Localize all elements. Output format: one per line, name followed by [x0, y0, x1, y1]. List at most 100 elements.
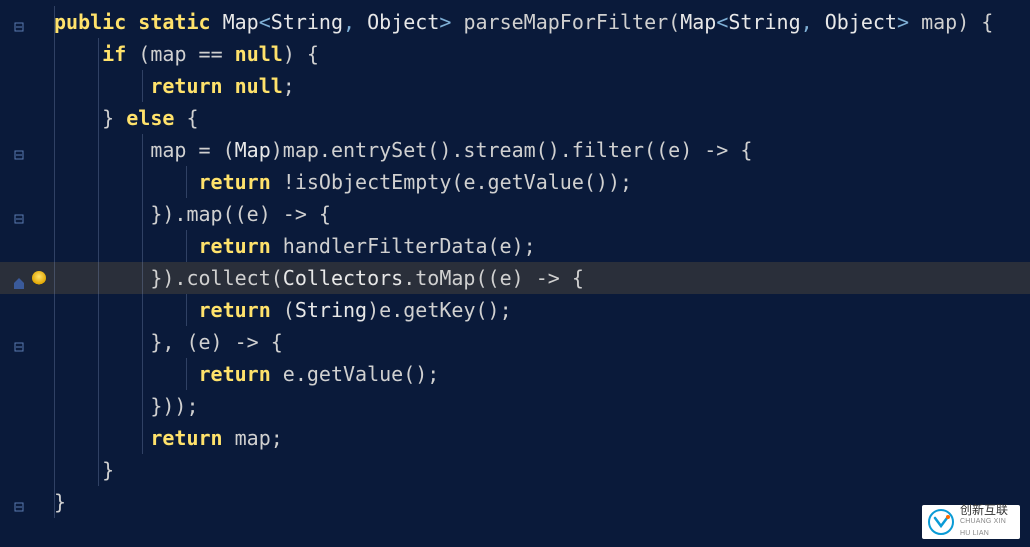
token-pn: ) { [957, 10, 993, 34]
logo-text: 创新互联 CHUANG XIN HU LIAN [960, 504, 1014, 540]
fold-toggle-icon[interactable] [0, 134, 48, 166]
fold-toggle-icon[interactable] [0, 326, 48, 358]
token-kw: null [235, 74, 283, 98]
token-pn: ) [271, 138, 283, 162]
code-line[interactable]: } [48, 454, 1030, 486]
indent-guide [98, 70, 99, 102]
indent-guide [54, 358, 55, 390]
token-pn: ) -> { [259, 202, 331, 226]
token-pn: (). [427, 138, 463, 162]
token-pn: . [319, 138, 331, 162]
indent-guide [98, 134, 99, 166]
token-pn: }, ( [150, 330, 198, 354]
token-pn: . [295, 362, 307, 386]
token-pn: (( [223, 202, 247, 226]
token-pn [211, 10, 223, 34]
indent-guide [54, 422, 55, 454]
token-id: map [235, 426, 271, 450]
token-gen: , [343, 10, 367, 34]
indent-guide [54, 102, 55, 134]
indent-guide [98, 166, 99, 198]
indent-guide [142, 230, 143, 262]
code-line[interactable]: return handlerFilterData(e); [48, 230, 1030, 262]
code-line[interactable]: return e.getValue(); [48, 358, 1030, 390]
indent-guide [142, 198, 143, 230]
token-pn: = ( [186, 138, 234, 162]
fold-toggle-icon[interactable] [0, 198, 48, 230]
token-pn: ) -> { [512, 266, 584, 290]
token-kw: return [150, 74, 222, 98]
indent-guide [98, 294, 99, 326]
token-fn: getKey [403, 298, 475, 322]
token-pn: ) -> { [680, 138, 752, 162]
token-kw: return [150, 426, 222, 450]
fold-toggle-icon[interactable] [0, 6, 48, 38]
token-pn: (( [644, 138, 668, 162]
code-line[interactable]: }).map((e) -> { [48, 198, 1030, 230]
code-line[interactable]: map = (Map)map.entrySet().stream().filte… [48, 134, 1030, 166]
indent-guide [98, 102, 99, 134]
token-id: e [283, 362, 295, 386]
token-kw: public [54, 10, 126, 34]
token-pn: (( [475, 266, 499, 290]
token-typ: String [295, 298, 367, 322]
token-pn [223, 426, 235, 450]
indent-guide [142, 422, 143, 454]
code-line[interactable]: })); [48, 390, 1030, 422]
indent-guide [54, 486, 55, 518]
code-line[interactable]: public static Map<String, Object> parseM… [48, 6, 1030, 38]
code-line[interactable]: if (map == null) { [48, 38, 1030, 70]
token-pn: ) { [283, 42, 319, 66]
code-line[interactable]: } [48, 486, 1030, 518]
code-editor[interactable]: public static Map<String, Object> parseM… [48, 6, 1030, 547]
code-line[interactable]: return (String)e.getKey(); [48, 294, 1030, 326]
indent-guide [54, 38, 55, 70]
token-pn: ( [271, 266, 283, 290]
token-id: e [500, 234, 512, 258]
token-pn: } [102, 106, 126, 130]
token-typ: String [728, 10, 800, 34]
logo-brand-cn: 创新互联 [960, 504, 1014, 516]
code-line[interactable]: } else { [48, 102, 1030, 134]
fold-toggle-icon[interactable] [0, 486, 48, 518]
token-pn [909, 10, 921, 34]
indent-guide [98, 38, 99, 70]
intention-bulb-icon [0, 262, 48, 294]
indent-guide [142, 70, 143, 102]
token-pn: ( [126, 42, 150, 66]
token-id: e [668, 138, 680, 162]
code-line[interactable]: }, (e) -> { [48, 326, 1030, 358]
token-gen: , [801, 10, 825, 34]
token-id: e [463, 170, 475, 194]
token-pn: ; [271, 426, 283, 450]
code-line[interactable]: return !isObjectEmpty(e.getValue()); [48, 166, 1030, 198]
token-pn: ) [367, 298, 379, 322]
token-pn: (); [403, 362, 439, 386]
indent-guide [98, 390, 99, 422]
indent-guide [54, 198, 55, 230]
token-id: e [199, 330, 211, 354]
token-kw: return [199, 170, 271, 194]
indent-guide [142, 134, 143, 166]
code-line[interactable]: }).collect(Collectors.toMap((e) -> { [48, 262, 1030, 294]
token-kw: static [138, 10, 210, 34]
indent-guide [54, 230, 55, 262]
indent-guide [54, 6, 55, 38]
indent-guide [54, 134, 55, 166]
token-kw: if [102, 42, 126, 66]
token-fn: isObjectEmpty [295, 170, 452, 194]
token-kw: else [126, 106, 174, 130]
indent-guide [54, 326, 55, 358]
indent-guide [54, 390, 55, 422]
token-id: e [500, 266, 512, 290]
indent-guide [98, 454, 99, 486]
indent-guide [142, 294, 143, 326]
token-gen: > [439, 10, 451, 34]
bulb-icon[interactable] [32, 271, 46, 285]
token-kw: return [199, 298, 271, 322]
indent-guide [186, 358, 187, 390]
code-line[interactable]: return map; [48, 422, 1030, 454]
code-line[interactable]: return null; [48, 70, 1030, 102]
indent-guide [54, 294, 55, 326]
token-kw: return [199, 234, 271, 258]
